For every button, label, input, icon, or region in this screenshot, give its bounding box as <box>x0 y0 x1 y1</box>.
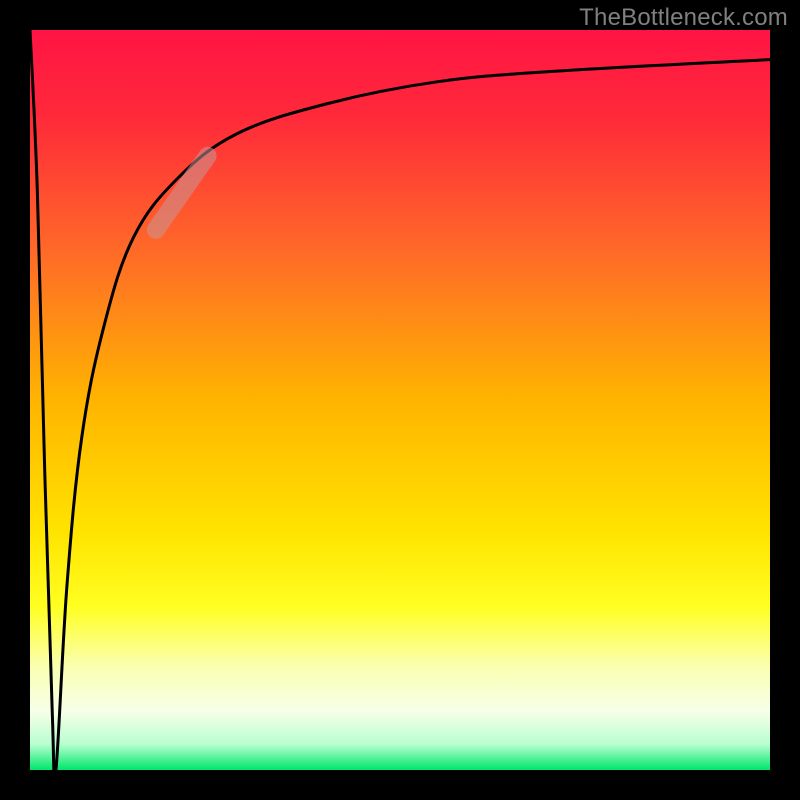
plot-svg <box>30 30 770 770</box>
chart-frame: TheBottleneck.com <box>0 0 800 800</box>
gradient-background <box>30 30 770 770</box>
plot-area <box>30 30 770 770</box>
watermark-text: TheBottleneck.com <box>579 4 788 32</box>
